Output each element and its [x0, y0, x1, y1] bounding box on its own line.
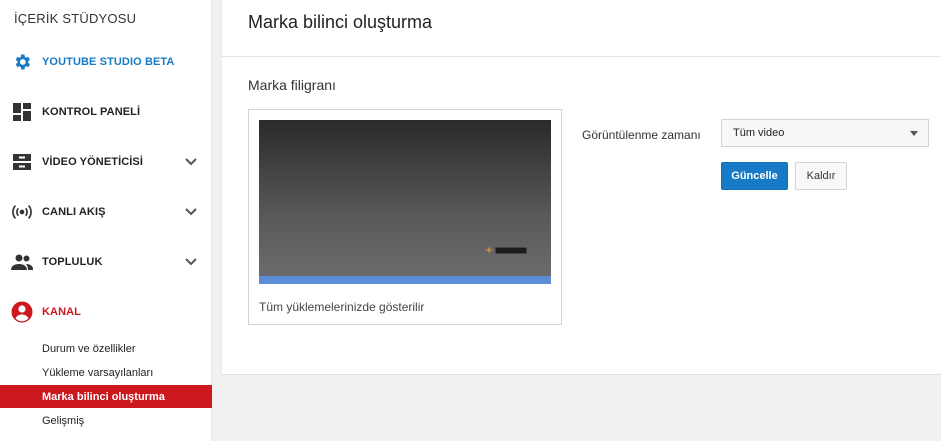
watermark-logo-icon [485, 246, 493, 254]
sidebar-item-label: KANAL [42, 306, 81, 318]
display-time-value: Tüm video [733, 127, 785, 139]
dashboard-icon [11, 102, 33, 122]
section-title: Marka filigranı [248, 77, 336, 93]
sidebar-item-live-stream[interactable]: CANLI AKIŞ [0, 196, 212, 228]
sidebar-item-channel[interactable]: KANAL [0, 296, 212, 328]
watermark-preview-card: Tüm yüklemelerinizde gösterilir [248, 109, 562, 325]
sidebar-subitem-label: Durum ve özellikler [42, 342, 136, 355]
sidebar-subitem-label: Yükleme varsayılanları [42, 366, 154, 379]
sidebar-item-label: VİDEO YÖNETİCİSİ [42, 156, 144, 168]
sidebar-title: İÇERİK STÜDYOSU [14, 11, 137, 26]
update-button[interactable]: Güncelle [721, 162, 788, 190]
live-broadcast-icon [11, 202, 33, 222]
sidebar-subitem-status-features[interactable]: Durum ve özellikler [0, 337, 212, 360]
chevron-down-icon[interactable] [184, 206, 198, 218]
page-header: Marka bilinci oluşturma [222, 0, 941, 57]
sidebar-item-label: YOUTUBE STUDIO BETA [42, 56, 175, 68]
sidebar-subitem-upload-defaults[interactable]: Yükleme varsayılanları [0, 361, 212, 384]
sidebar-item-dashboard[interactable]: KONTROL PANELİ [0, 96, 212, 128]
remove-button[interactable]: Kaldır [795, 162, 847, 190]
display-time-select[interactable]: Tüm video [721, 119, 929, 147]
sidebar-subitem-advanced[interactable]: Gelişmiş [0, 409, 212, 432]
community-icon [11, 252, 33, 272]
preview-caption: Tüm yüklemelerinizde gösterilir [259, 300, 425, 314]
watermark-thumbnail [485, 245, 529, 255]
video-manager-icon [11, 152, 33, 172]
sidebar-subitem-label: Gelişmiş [42, 414, 85, 427]
sidebar-item-video-manager[interactable]: VİDEO YÖNETİCİSİ [0, 146, 212, 178]
sidebar-item-label: KONTROL PANELİ [42, 106, 141, 118]
sidebar-item-youtube-studio-beta[interactable]: YOUTUBE STUDIO BETA [0, 46, 212, 78]
sidebar: İÇERİK STÜDYOSU YOUTUBE STUDIO BETA KONT… [0, 0, 212, 441]
dropdown-caret-icon [910, 131, 918, 136]
sidebar-subitem-label: Marka bilinci oluşturma [42, 390, 165, 403]
main-panel: Marka bilinci oluşturma Marka filigranı … [221, 0, 941, 375]
video-progress-bar [259, 276, 551, 284]
gear-icon [11, 52, 33, 72]
sidebar-item-label: CANLI AKIŞ [42, 206, 106, 218]
video-preview [259, 120, 551, 284]
account-circle-icon [11, 301, 33, 323]
chevron-down-icon[interactable] [184, 256, 198, 268]
chevron-down-icon[interactable] [184, 156, 198, 168]
sidebar-item-label: TOPLULUK [42, 256, 103, 268]
page-title: Marka bilinci oluşturma [248, 12, 433, 32]
watermark-logo-image [495, 246, 527, 254]
sidebar-item-community[interactable]: TOPLULUK [0, 246, 212, 278]
sidebar-subitem-branding[interactable]: Marka bilinci oluşturma [0, 385, 212, 408]
display-time-label: Görüntülenme zamanı [582, 128, 701, 142]
